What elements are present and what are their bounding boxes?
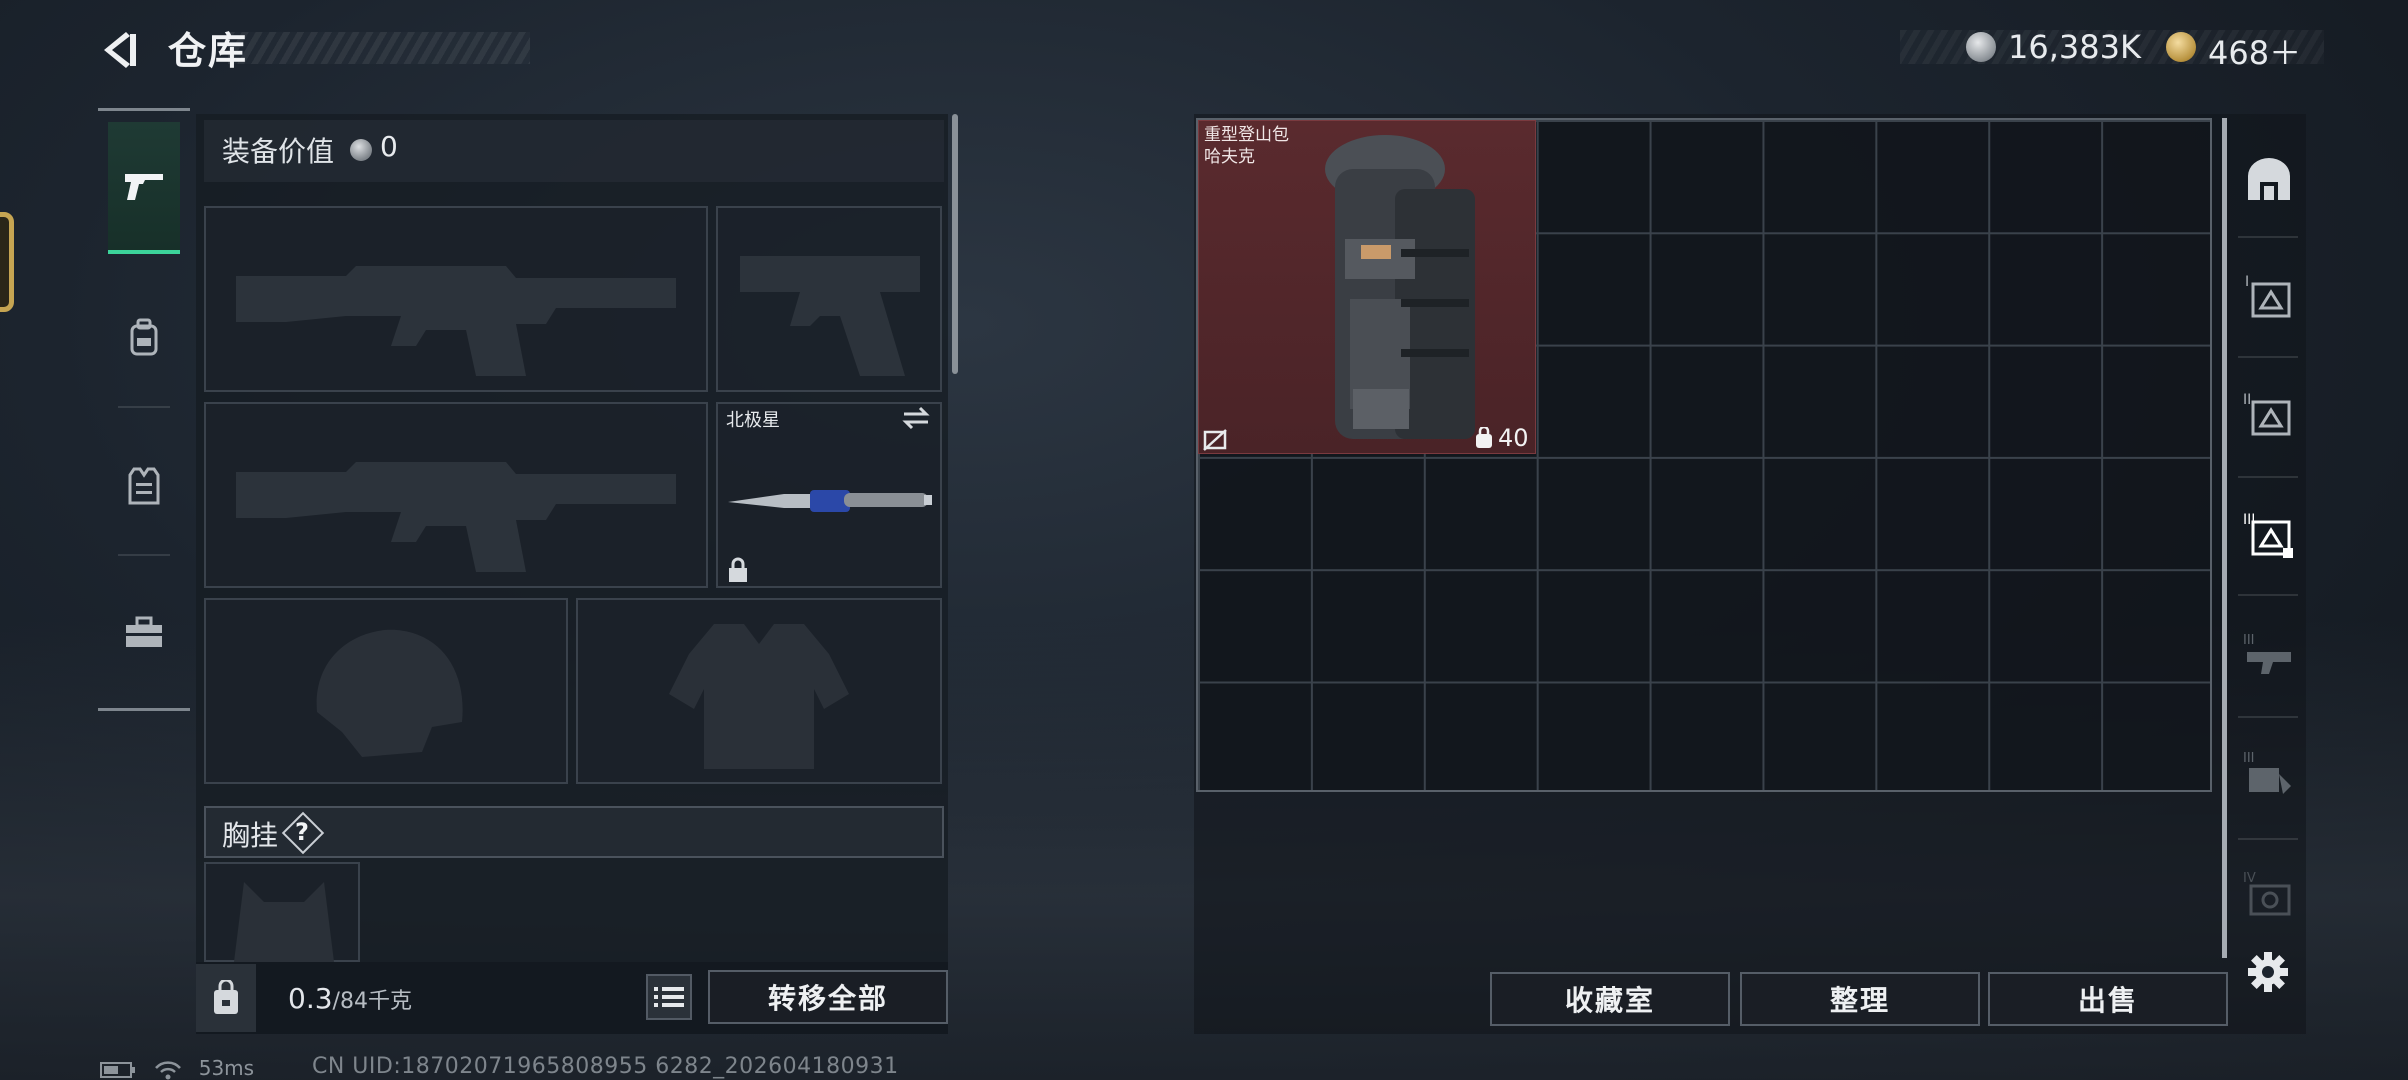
weapon-rack-1-icon: III <box>2243 633 2291 674</box>
equipment-value-label: 装备价值 <box>222 135 335 168</box>
storage-item-capacity: 40 <box>1498 424 1529 452</box>
backpack-weight-icon <box>214 980 238 1014</box>
silver-coin-icon <box>1966 32 1996 62</box>
pistol-silhouette-icon <box>740 256 920 376</box>
chest-rig-label: 胸挂 <box>222 819 279 852</box>
tab-backpack[interactable] <box>108 272 180 404</box>
side-divider <box>2238 716 2298 718</box>
svg-text:IV: IV <box>2243 871 2256 886</box>
storage-page-3-icon: III <box>2243 512 2293 558</box>
list-icon <box>654 987 684 1007</box>
pistol-icon <box>125 174 163 200</box>
knife-icon <box>728 490 932 512</box>
no-sell-icon <box>1203 429 1227 451</box>
storage-tab-4[interactable]: IV <box>2240 866 2298 924</box>
value-coin-icon <box>350 139 372 161</box>
list-view-button[interactable] <box>646 974 692 1020</box>
storage-page-2-icon: II <box>2243 392 2291 436</box>
sell-button[interactable]: 出售 <box>1988 972 2228 1026</box>
storage-tab-weapon-rack-1[interactable]: III <box>2240 626 2298 684</box>
weight-max: /84千克 <box>332 989 412 1014</box>
weight-readout: 0.3/84千克 <box>288 982 412 1015</box>
equipment-value: 0 <box>380 130 398 163</box>
chest-rig-slot[interactable] <box>204 862 360 962</box>
status-bar: 53ms <box>100 1056 254 1080</box>
storage-scrollbar[interactable] <box>2222 118 2227 958</box>
storage-item-name: 重型登山包 哈夫克 <box>1204 124 1289 168</box>
arrange-button[interactable]: 整理 <box>1740 972 1980 1026</box>
side-divider <box>2238 838 2298 840</box>
page-title: 仓库 <box>168 29 249 73</box>
tab-armor[interactable] <box>108 420 180 552</box>
chest-rig-silhouette-icon <box>234 882 334 962</box>
secondary-weapon-slot[interactable] <box>204 402 708 588</box>
tab-case[interactable] <box>108 566 180 698</box>
gold-coin-icon <box>2166 32 2196 62</box>
wifi-icon <box>155 1060 182 1079</box>
backpack-icon <box>130 318 158 356</box>
silver-currency-value: 16,383K <box>2008 28 2141 66</box>
title-decoration <box>228 32 530 64</box>
settings-gear-icon[interactable] <box>2246 950 2290 994</box>
user-uid: CN UID:18702071965808955 6282_2026041809… <box>312 1054 899 1079</box>
ping-readout: 53ms <box>198 1056 255 1080</box>
tab-column-top-divider <box>98 108 190 111</box>
helmet-silhouette-icon <box>316 629 463 757</box>
body-armor-slot[interactable] <box>576 598 942 784</box>
svg-text:III: III <box>2243 633 2255 648</box>
collection-room-button[interactable]: 收藏室 <box>1490 972 1730 1026</box>
lock-icon <box>729 557 747 582</box>
melee-item-name: 北极星 <box>726 410 780 431</box>
back-arrow-icon[interactable] <box>96 26 144 74</box>
side-badge[interactable] <box>0 212 14 312</box>
gold-currency-value[interactable]: 468＋ <box>2208 28 2301 74</box>
storage-tab-1[interactable]: I <box>2240 268 2298 326</box>
tab-divider <box>118 406 170 408</box>
rifle-silhouette-icon <box>236 462 676 572</box>
svg-text:III: III <box>2243 751 2255 766</box>
swap-icon[interactable] <box>900 404 932 432</box>
tab-divider <box>118 554 170 556</box>
storage-page-4-icon: IV <box>2243 871 2291 916</box>
storage-item-backpack[interactable] <box>1198 120 1536 454</box>
primary-weapon-slot[interactable] <box>204 206 708 392</box>
toolbox-icon <box>126 616 162 647</box>
storage-item-name-line1: 重型登山包 <box>1204 125 1289 145</box>
transfer-all-button[interactable]: 转移全部 <box>708 970 948 1024</box>
backpack-button[interactable] <box>196 964 256 1032</box>
battery-icon <box>100 1061 135 1078</box>
capacity-bag-icon <box>1476 427 1492 448</box>
storage-tab-weapon-rack-2[interactable]: III <box>2240 746 2298 804</box>
storage-tab-home[interactable] <box>2240 150 2298 208</box>
svg-text:I: I <box>2245 274 2249 290</box>
weight-current: 0.3 <box>288 982 333 1015</box>
weapon-rack-2-icon: III <box>2243 751 2291 794</box>
svg-text:II: II <box>2243 392 2251 408</box>
storage-page-1-icon: I <box>2245 274 2291 318</box>
vest-icon <box>128 467 160 505</box>
side-divider <box>2238 236 2298 238</box>
side-divider <box>2238 356 2298 358</box>
equipment-scrollbar[interactable] <box>952 114 958 374</box>
tab-column-bottom-divider <box>98 708 190 711</box>
safe-house-icon <box>2248 158 2290 200</box>
storage-item-name-line2: 哈夫克 <box>1204 147 1255 167</box>
tab-weapons[interactable] <box>108 122 180 254</box>
rifle-silhouette-icon <box>236 266 676 376</box>
side-divider <box>2238 594 2298 596</box>
heavy-backpack-image <box>1325 135 1475 439</box>
helmet-slot[interactable] <box>204 598 568 784</box>
side-divider <box>2238 476 2298 478</box>
storage-tab-2[interactable]: II <box>2240 386 2298 444</box>
armor-silhouette-icon <box>669 624 849 769</box>
help-icon[interactable]: ? <box>284 814 320 850</box>
pistol-slot[interactable] <box>716 206 942 392</box>
storage-tab-3-active[interactable]: III <box>2240 506 2298 564</box>
